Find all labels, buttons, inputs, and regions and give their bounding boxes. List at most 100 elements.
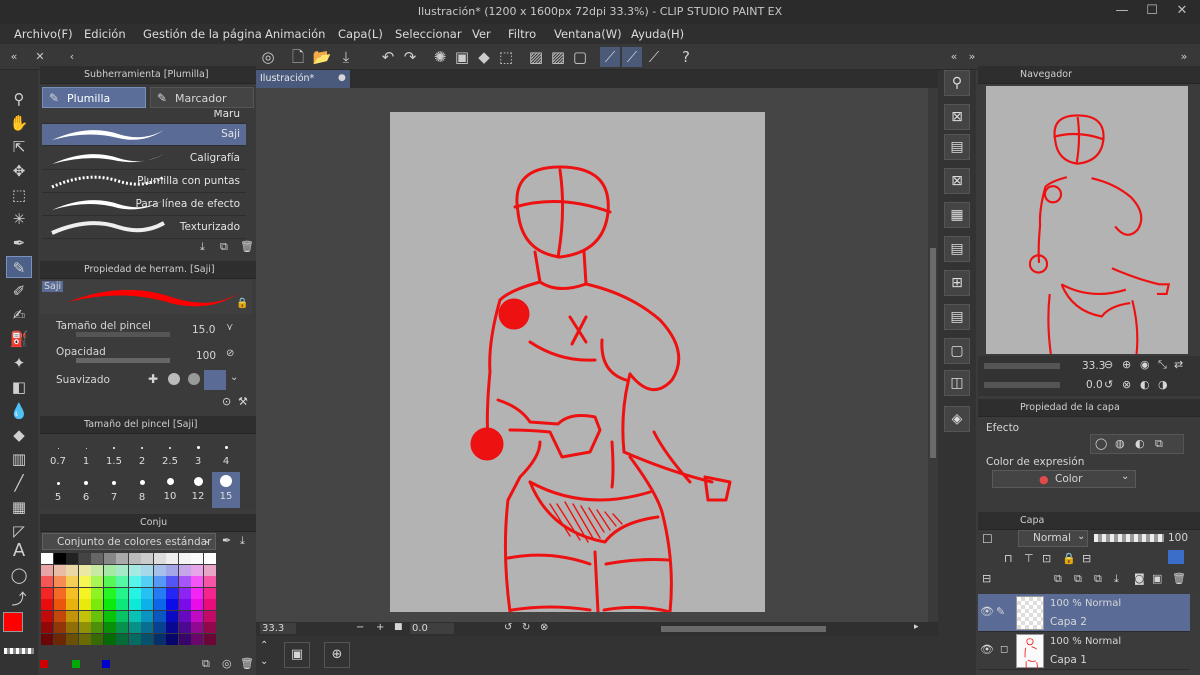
color-swatch[interactable] — [166, 622, 178, 633]
size-preset[interactable]: 2.5 — [156, 434, 184, 470]
material-icon[interactable]: ▦ — [944, 202, 970, 228]
menu-ventana[interactable]: Ventana(W) — [554, 27, 622, 41]
color-swatch[interactable] — [116, 599, 128, 610]
material-icon[interactable]: ◫ — [944, 370, 970, 396]
settings-icon[interactable]: ⊙ — [222, 395, 231, 408]
layer-color-icon[interactable]: ◐ — [1135, 437, 1145, 450]
color-swatch[interactable] — [53, 564, 66, 576]
color-swatch[interactable] — [116, 622, 128, 633]
transform-icon[interactable]: ⬚ — [496, 47, 516, 67]
size-preset[interactable]: 1 — [72, 434, 100, 470]
color-swatch[interactable] — [178, 564, 191, 576]
color-swatch[interactable] — [53, 576, 66, 587]
help-icon[interactable]: ? — [676, 47, 696, 67]
color-swatch[interactable] — [116, 564, 128, 576]
new-folder-icon[interactable]: ⧉ — [1094, 572, 1102, 586]
clip-studio-icon[interactable]: ◎ — [258, 47, 278, 67]
size-preset[interactable]: 0.7 — [44, 434, 72, 470]
size-preset[interactable]: 3 — [184, 434, 212, 470]
new-vector-icon[interactable]: ⧉ — [1074, 572, 1082, 586]
lock-checkbox[interactable]: ◻ — [1000, 644, 1008, 655]
flip-h-icon[interactable]: ◐ — [1140, 378, 1150, 391]
move-layer-icon[interactable]: ✥ — [6, 160, 32, 182]
brush-item-linea-efecto[interactable]: Para línea de efecto — [42, 194, 246, 216]
color-swatch[interactable] — [128, 587, 141, 599]
eyedropper-icon[interactable]: ✒ — [222, 534, 231, 547]
color-swatch[interactable] — [191, 599, 203, 610]
color-swatch[interactable] — [128, 633, 141, 645]
color-swatch[interactable] — [153, 633, 166, 645]
airbrush-icon[interactable]: ⛽ — [6, 328, 32, 350]
smoothing-level-icon[interactable]: ✚ — [148, 372, 158, 386]
eyedropper-icon[interactable]: ✒ — [6, 232, 32, 254]
delete-color-icon[interactable]: 🗑 — [240, 657, 254, 670]
chevron-down-icon[interactable]: ⌄ — [260, 656, 268, 667]
color-swatch[interactable] — [41, 622, 53, 633]
zoom-slider[interactable] — [984, 363, 1060, 369]
tone-effect-icon[interactable]: ◍ — [1115, 437, 1125, 450]
collapse-right-icon[interactable]: « — [944, 47, 964, 67]
opacity-slider[interactable] — [1094, 534, 1164, 542]
copy-subtool-icon[interactable]: ⤓ — [200, 240, 205, 254]
size-preset[interactable]: 10 — [156, 472, 184, 508]
menu-gestion-pagina[interactable]: Gestión de la página — [143, 27, 262, 41]
color-swatch[interactable] — [78, 587, 91, 599]
pen-tool-icon[interactable]: ✎ — [6, 256, 32, 278]
actual-size-icon[interactable]: ⤡ — [1158, 358, 1167, 372]
menu-ayuda[interactable]: Ayuda(H) — [631, 27, 684, 41]
color-swatch[interactable] — [153, 553, 166, 564]
delete-subtool-icon[interactable]: 🗑 — [240, 240, 254, 253]
color-swatch[interactable] — [103, 633, 116, 645]
canvas-paper[interactable] — [390, 112, 765, 614]
color-swatch[interactable] — [153, 599, 166, 610]
balloon-tool-icon[interactable]: ◯ — [6, 564, 32, 586]
rotate-right-icon[interactable]: ⊗ — [1122, 378, 1131, 391]
color-swatch[interactable] — [178, 599, 191, 610]
snap-special-ruler-icon[interactable]: ⟋ — [622, 47, 642, 67]
color-swatch[interactable] — [103, 576, 116, 587]
wrench-icon[interactable]: ⚒ — [238, 395, 248, 408]
color-swatch[interactable] — [191, 576, 203, 587]
color-swatch[interactable] — [91, 633, 103, 645]
color-swatch[interactable] — [41, 576, 53, 587]
color-swatch[interactable] — [91, 622, 103, 633]
color-swatch[interactable] — [78, 564, 91, 576]
duplicate-subtool-icon[interactable]: ⧉ — [220, 240, 228, 254]
color-swatch[interactable] — [91, 553, 103, 564]
color-swatch[interactable] — [141, 599, 153, 610]
color-swatch[interactable] — [141, 564, 153, 576]
color-swatch[interactable] — [203, 553, 216, 564]
material-icon[interactable]: ⊞ — [944, 270, 970, 296]
color-swatch[interactable] — [66, 587, 78, 599]
pencil-tool-icon[interactable]: ✐ — [6, 280, 32, 302]
close-button[interactable]: ✕ — [1172, 2, 1192, 20]
scroll-right-icon[interactable]: ▸ — [914, 622, 919, 632]
more-effects-icon[interactable]: ⧉ — [1155, 437, 1163, 451]
chevron-down-icon[interactable]: ⌄ — [230, 372, 238, 383]
color-swatch[interactable] — [128, 553, 141, 564]
pressure-icon[interactable]: ⋎ — [226, 322, 233, 333]
invert-selection-icon[interactable]: ▨ — [548, 47, 568, 67]
color-swatch[interactable] — [91, 610, 103, 622]
smoothing-level-selected[interactable] — [204, 370, 226, 390]
size-preset[interactable]: 5 — [44, 472, 72, 508]
color-swatch[interactable] — [78, 622, 91, 633]
color-swatch[interactable] — [53, 587, 66, 599]
color-swatch[interactable] — [153, 576, 166, 587]
redo-icon[interactable]: ↷ — [400, 47, 420, 67]
effect-buttons[interactable]: ◯ ◍ ◐ ⧉ — [1090, 434, 1184, 454]
visibility-eye-icon[interactable]: 👁 — [980, 643, 994, 656]
rotation-slider[interactable] — [984, 382, 1060, 388]
color-swatch[interactable] — [78, 599, 91, 610]
scrollbar-thumb[interactable] — [930, 248, 936, 458]
layer-mode-icon[interactable]: ☐ — [982, 532, 993, 546]
color-swatch[interactable] — [116, 553, 128, 564]
color-swatch[interactable] — [203, 633, 216, 645]
material-icon[interactable]: ▤ — [944, 236, 970, 262]
color-swatch[interactable] — [91, 587, 103, 599]
color-swatch[interactable] — [91, 576, 103, 587]
color-swatch[interactable] — [41, 633, 53, 645]
color-chip-green[interactable] — [72, 660, 80, 668]
color-swatch[interactable] — [178, 622, 191, 633]
collapse-icon[interactable]: ✕ — [30, 47, 50, 67]
